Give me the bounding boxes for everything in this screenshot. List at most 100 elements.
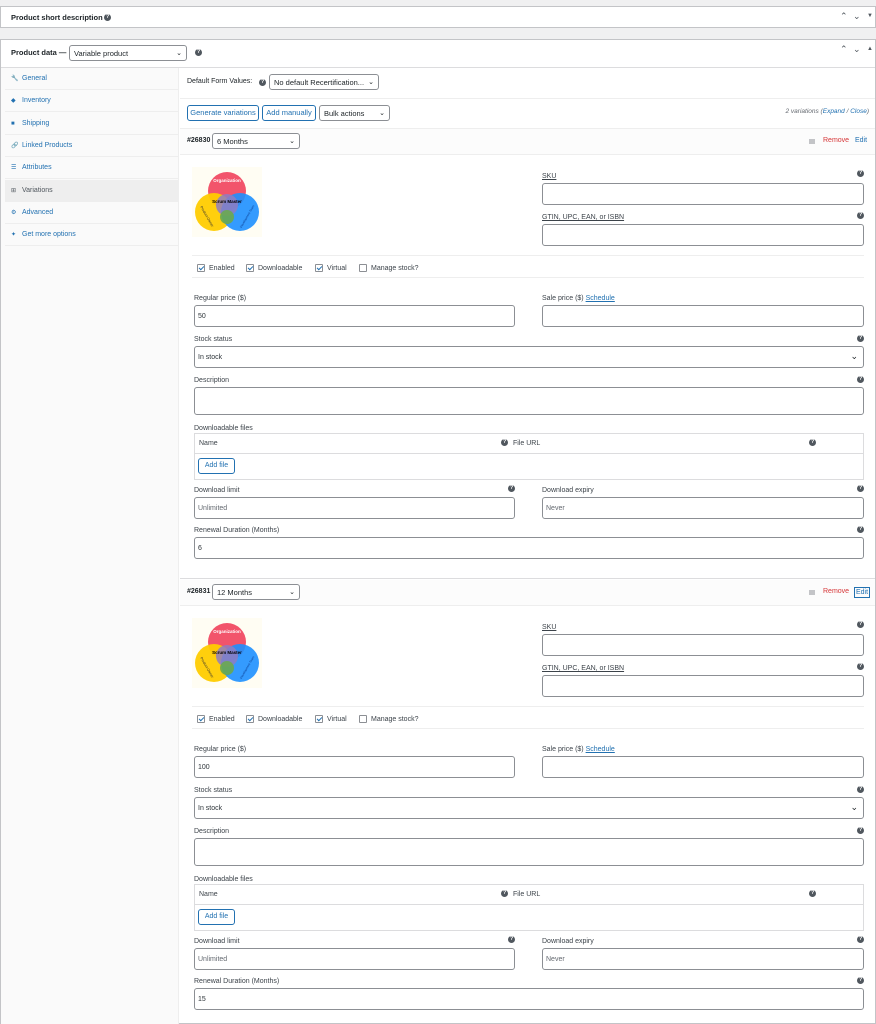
downloadable-checkbox[interactable] (246, 715, 254, 723)
move-down-icon[interactable]: ⌄ (853, 44, 861, 55)
gtin-input[interactable] (542, 675, 864, 697)
help-icon[interactable]: ? (857, 376, 864, 383)
manage-stock-checkbox[interactable] (359, 715, 367, 723)
variation-option-select[interactable]: 6 Months ⌄ (212, 133, 300, 149)
wrench-icon: 🔧 (11, 76, 19, 82)
product-type-select[interactable]: Variable product ⌄ (69, 45, 187, 61)
virtual-label: Virtual (327, 265, 347, 272)
toggle-icon[interactable]: ▲ (867, 46, 873, 52)
downloadable-files-table: Name ? File URL ? Add file (194, 433, 864, 480)
count-end: ) (866, 108, 869, 115)
bulk-actions-select[interactable]: Bulk actions ⌄ (319, 105, 390, 121)
venn-top-label: Organization (213, 629, 241, 634)
default-form-select[interactable]: No default Recertification... ⌄ (269, 74, 379, 90)
description-textarea[interactable] (194, 387, 864, 415)
download-limit-input[interactable]: Unlimited (194, 497, 515, 519)
add-file-button[interactable]: Add file (198, 909, 235, 925)
sale-price-input[interactable] (542, 756, 864, 778)
add-file-button[interactable]: Add file (198, 458, 235, 474)
help-icon[interactable]: ? (508, 936, 515, 943)
help-icon[interactable]: ? (501, 439, 508, 446)
drag-handle-icon[interactable] (809, 139, 815, 144)
venn-lower (220, 210, 234, 224)
tab-general[interactable]: 🔧 General (5, 68, 179, 90)
renewal-duration-input[interactable]: 15 (194, 988, 864, 1010)
move-up-icon[interactable]: ⌃ (840, 11, 848, 22)
variation-image[interactable]: Organization Scrum Master Product Owner … (192, 618, 262, 688)
stock-status-select[interactable]: In stock ⌄ (194, 797, 864, 819)
sale-price-input[interactable] (542, 305, 864, 327)
download-expiry-input[interactable]: Never (542, 948, 864, 970)
help-icon[interactable]: ? (508, 485, 515, 492)
remove-link[interactable]: Remove (823, 137, 849, 144)
variation-image[interactable]: Organization Scrum Master Product Owner … (192, 167, 262, 237)
help-icon[interactable]: ? (809, 890, 816, 897)
renewal-duration-label: Renewal Duration (Months) (194, 527, 280, 534)
tab-linked-products[interactable]: 🔗 Linked Products (5, 135, 179, 157)
sku-input[interactable] (542, 183, 864, 205)
regular-price-input[interactable]: 50 (194, 305, 515, 327)
help-icon[interactable]: ? (195, 49, 202, 56)
regular-price-input[interactable]: 100 (194, 756, 515, 778)
regular-price-value: 50 (198, 313, 206, 320)
help-icon[interactable]: ? (857, 212, 864, 219)
download-limit-input[interactable]: Unlimited (194, 948, 515, 970)
edit-link[interactable]: Edit (853, 587, 871, 598)
regular-price-value: 100 (198, 764, 210, 771)
help-icon[interactable]: ? (259, 79, 266, 86)
enabled-checkbox[interactable] (197, 715, 205, 723)
toggle-icon[interactable]: ▼ (867, 13, 873, 19)
downloadable-label: Downloadable (258, 265, 303, 272)
help-icon[interactable]: ? (857, 936, 864, 943)
sku-label: SKU (542, 624, 557, 631)
sale-price-text: Sale price ($) (542, 295, 584, 302)
add-manually-button[interactable]: Add manually (262, 105, 316, 121)
help-icon[interactable]: ? (857, 526, 864, 533)
schedule-link[interactable]: Schedule (586, 746, 615, 753)
help-icon[interactable]: ? (857, 170, 864, 177)
enabled-checkbox[interactable] (197, 264, 205, 272)
expand-link[interactable]: Expand (823, 108, 845, 115)
gtin-input[interactable] (542, 224, 864, 246)
close-link[interactable]: Close (850, 108, 867, 115)
downloadable-files-label: Downloadable files (194, 876, 253, 883)
download-limit-placeholder: Unlimited (198, 505, 228, 512)
help-icon[interactable]: ? (501, 890, 508, 897)
variation-option-select[interactable]: 12 Months ⌄ (212, 584, 300, 600)
tab-advanced[interactable]: ⚙ Advanced (5, 202, 179, 224)
help-icon[interactable]: ? (857, 621, 864, 628)
stock-status-select[interactable]: In stock ⌄ (194, 346, 864, 368)
help-icon[interactable]: ? (809, 439, 816, 446)
remove-link[interactable]: Remove (823, 588, 849, 595)
help-icon[interactable]: ? (857, 663, 864, 670)
tab-inventory[interactable]: ◆ Inventory (5, 90, 179, 113)
tab-shipping[interactable]: ■ Shipping (5, 113, 179, 135)
help-icon[interactable]: ? (857, 977, 864, 984)
tab-label: Linked Products (22, 141, 73, 149)
tab-get-more-options[interactable]: ✦ Get more options (5, 224, 179, 247)
virtual-checkbox[interactable] (315, 264, 323, 272)
edit-link[interactable]: Edit (855, 137, 867, 144)
sku-input[interactable] (542, 634, 864, 656)
help-icon[interactable]: ? (857, 485, 864, 492)
download-expiry-input[interactable]: Never (542, 497, 864, 519)
help-icon[interactable]: ? (104, 14, 111, 21)
move-down-icon[interactable]: ⌄ (853, 11, 861, 22)
variation-divider (180, 578, 875, 579)
tab-attributes[interactable]: ☰ Attributes (5, 157, 179, 180)
virtual-checkbox[interactable] (315, 715, 323, 723)
help-icon[interactable]: ? (857, 335, 864, 342)
description-textarea[interactable] (194, 838, 864, 866)
drag-handle-icon[interactable] (809, 590, 815, 595)
renewal-duration-input[interactable]: 6 (194, 537, 864, 559)
schedule-link[interactable]: Schedule (586, 295, 615, 302)
download-expiry-placeholder: Never (546, 956, 565, 963)
help-icon[interactable]: ? (857, 827, 864, 834)
tab-variations[interactable]: ⊞ Variations (5, 179, 179, 202)
move-up-icon[interactable]: ⌃ (840, 44, 848, 55)
stock-status-label: Stock status (194, 787, 233, 794)
downloadable-checkbox[interactable] (246, 264, 254, 272)
generate-variations-button[interactable]: Generate variations (187, 105, 259, 121)
help-icon[interactable]: ? (857, 786, 864, 793)
manage-stock-checkbox[interactable] (359, 264, 367, 272)
